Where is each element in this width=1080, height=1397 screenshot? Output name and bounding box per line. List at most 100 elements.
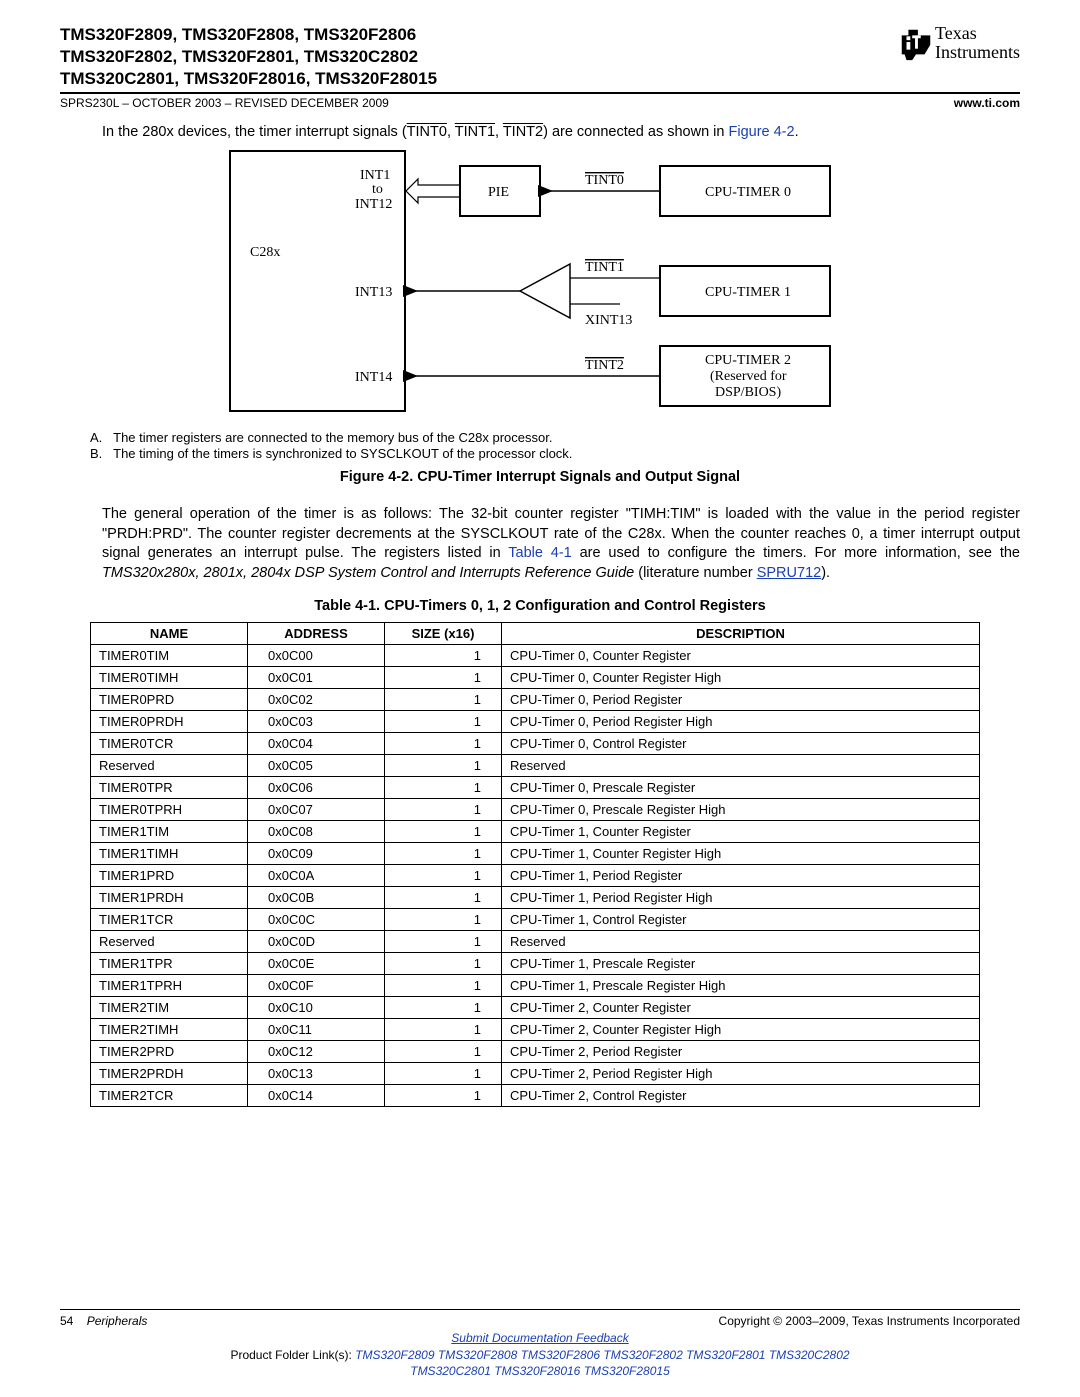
product-folder-link[interactable]: TMS320F2808	[438, 1348, 517, 1362]
doc-title-line1: TMS320F2809, TMS320F2808, TMS320F2806	[60, 24, 437, 46]
table-row: TIMER1TIMH0x0C091CPU-Timer 1, Counter Re…	[91, 842, 980, 864]
cell-addr: 0x0C0B	[248, 886, 385, 908]
cell-desc: CPU-Timer 2, Counter Register High	[502, 1018, 980, 1040]
literature-link[interactable]: SPRU712	[757, 565, 821, 581]
cell-desc: CPU-Timer 2, Counter Register	[502, 996, 980, 1018]
copyright: Copyright © 2003–2009, Texas Instruments…	[719, 1314, 1020, 1328]
cell-desc: CPU-Timer 0, Counter Register	[502, 644, 980, 666]
cell-desc: CPU-Timer 0, Prescale Register	[502, 776, 980, 798]
diagram-int12: INT12	[355, 197, 392, 212]
cell-name: Reserved	[91, 754, 248, 776]
table-row: TIMER2TIMH0x0C111CPU-Timer 2, Counter Re…	[91, 1018, 980, 1040]
cell-name: TIMER0TPR	[91, 776, 248, 798]
cell-name: TIMER1PRDH	[91, 886, 248, 908]
cell-name: TIMER2PRD	[91, 1040, 248, 1062]
cell-desc: CPU-Timer 0, Period Register	[502, 688, 980, 710]
cell-size: 1	[385, 710, 502, 732]
note-b-label: B.	[90, 446, 102, 461]
product-folder-link[interactable]: TMS320F2801	[686, 1348, 765, 1362]
cell-addr: 0x0C02	[248, 688, 385, 710]
page-number: 54	[60, 1314, 73, 1328]
doc-title-line2: TMS320F2802, TMS320F2801, TMS320C2802	[60, 46, 437, 68]
cell-size: 1	[385, 798, 502, 820]
th-size: SIZE (x16)	[385, 622, 502, 644]
cell-name: TIMER2PRDH	[91, 1062, 248, 1084]
cell-size: 1	[385, 952, 502, 974]
doc-meta-row: SPRS230L – OCTOBER 2003 – REVISED DECEMB…	[60, 96, 1020, 110]
table-header-row: NAME ADDRESS SIZE (x16) DESCRIPTION	[91, 622, 980, 644]
diagram-tint0: TINT0	[585, 173, 624, 188]
cell-size: 1	[385, 666, 502, 688]
intro-post: ) are connected as shown in	[543, 124, 728, 140]
cell-name: TIMER1TIM	[91, 820, 248, 842]
cell-addr: 0x0C10	[248, 996, 385, 1018]
diagram-xint13: XINT13	[585, 313, 632, 328]
table-row: TIMER1TIM0x0C081CPU-Timer 1, Counter Reg…	[91, 820, 980, 842]
cell-addr: 0x0C05	[248, 754, 385, 776]
folder-label: Product Folder Link(s):	[230, 1348, 355, 1362]
product-folder-link[interactable]: TMS320F28015	[584, 1364, 670, 1378]
diagram-c28x: C28x	[250, 245, 280, 260]
diagram-ct1: CPU-TIMER 1	[705, 285, 791, 300]
cell-desc: CPU-Timer 0, Control Register	[502, 732, 980, 754]
intro-paragraph: In the 280x devices, the timer interrupt…	[102, 124, 1020, 140]
cell-addr: 0x0C11	[248, 1018, 385, 1040]
cell-size: 1	[385, 908, 502, 930]
cell-desc: CPU-Timer 0, Period Register High	[502, 710, 980, 732]
cell-size: 1	[385, 820, 502, 842]
page: TMS320F2809, TMS320F2808, TMS320F2806 TM…	[0, 0, 1080, 1397]
cell-desc: CPU-Timer 2, Control Register	[502, 1084, 980, 1106]
product-folder-link[interactable]: TMS320F2809	[355, 1348, 434, 1362]
table-row: TIMER0TIMH0x0C011CPU-Timer 0, Counter Re…	[91, 666, 980, 688]
cell-desc: CPU-Timer 0, Counter Register High	[502, 666, 980, 688]
signal-tint2: TINT2	[503, 124, 543, 140]
cell-desc: CPU-Timer 1, Prescale Register	[502, 952, 980, 974]
cell-size: 1	[385, 754, 502, 776]
diagram-int14: INT14	[355, 370, 392, 385]
figure-caption: Figure 4-2. CPU-Timer Interrupt Signals …	[60, 469, 1020, 485]
product-folder-link[interactable]: TMS320F2806	[521, 1348, 600, 1362]
cell-addr: 0x0C09	[248, 842, 385, 864]
table-row: TIMER0TPRH0x0C071CPU-Timer 0, Prescale R…	[91, 798, 980, 820]
table-row: TIMER0TIM0x0C001CPU-Timer 0, Counter Reg…	[91, 644, 980, 666]
table-row: Reserved0x0C0D1Reserved	[91, 930, 980, 952]
diagram-int13: INT13	[355, 285, 392, 300]
cell-addr: 0x0C04	[248, 732, 385, 754]
product-folder-link[interactable]: TMS320C2802	[769, 1348, 850, 1362]
cell-addr: 0x0C0D	[248, 930, 385, 952]
page-footer: 54 Peripherals Copyright © 2003–2009, Te…	[60, 1309, 1020, 1379]
cell-addr: 0x0C01	[248, 666, 385, 688]
cell-desc: CPU-Timer 1, Control Register	[502, 908, 980, 930]
body-p1c: (literature number	[634, 565, 757, 581]
cell-desc: CPU-Timer 1, Period Register High	[502, 886, 980, 908]
cell-addr: 0x0C14	[248, 1084, 385, 1106]
cell-size: 1	[385, 842, 502, 864]
table-row: TIMER2PRD0x0C121CPU-Timer 2, Period Regi…	[91, 1040, 980, 1062]
product-folder-link[interactable]: TMS320F2802	[603, 1348, 682, 1362]
table-ref-link[interactable]: Table 4-1	[508, 545, 571, 561]
table-row: TIMER2TCR0x0C141CPU-Timer 2, Control Reg…	[91, 1084, 980, 1106]
diagram-ct2a: CPU-TIMER 2	[705, 353, 791, 368]
diagram-ct2b: (Reserved for	[710, 369, 787, 384]
ti-chip-icon	[897, 24, 935, 62]
cell-desc: CPU-Timer 1, Period Register	[502, 864, 980, 886]
table-caption: Table 4-1. CPU-Timers 0, 1, 2 Configurat…	[60, 598, 1020, 614]
product-folder-link[interactable]: TMS320F28016	[494, 1364, 580, 1378]
block-diagram: C28x PIE CPU-TIMER 0 CPU-TIMER 1 CPU-TIM…	[60, 146, 1020, 424]
submit-feedback-link[interactable]: Submit Documentation Feedback	[451, 1331, 628, 1345]
figure-ref-link[interactable]: Figure 4-2	[728, 124, 794, 140]
product-folder-link[interactable]: TMS320C2801	[410, 1364, 491, 1378]
note-a-label: A.	[90, 430, 102, 445]
cell-name: Reserved	[91, 930, 248, 952]
ti-brand-bottom: Instruments	[935, 43, 1020, 62]
th-name: NAME	[91, 622, 248, 644]
cell-size: 1	[385, 688, 502, 710]
th-desc: DESCRIPTION	[502, 622, 980, 644]
cell-size: 1	[385, 1062, 502, 1084]
diagram-tint2: TINT2	[585, 358, 624, 373]
cell-addr: 0x0C07	[248, 798, 385, 820]
ti-wordmark: Texas Instruments	[935, 24, 1020, 62]
intro-pre: In the 280x devices, the timer interrupt…	[102, 124, 407, 140]
cell-name: TIMER1TIMH	[91, 842, 248, 864]
diagram-int1: INT1	[360, 168, 390, 183]
